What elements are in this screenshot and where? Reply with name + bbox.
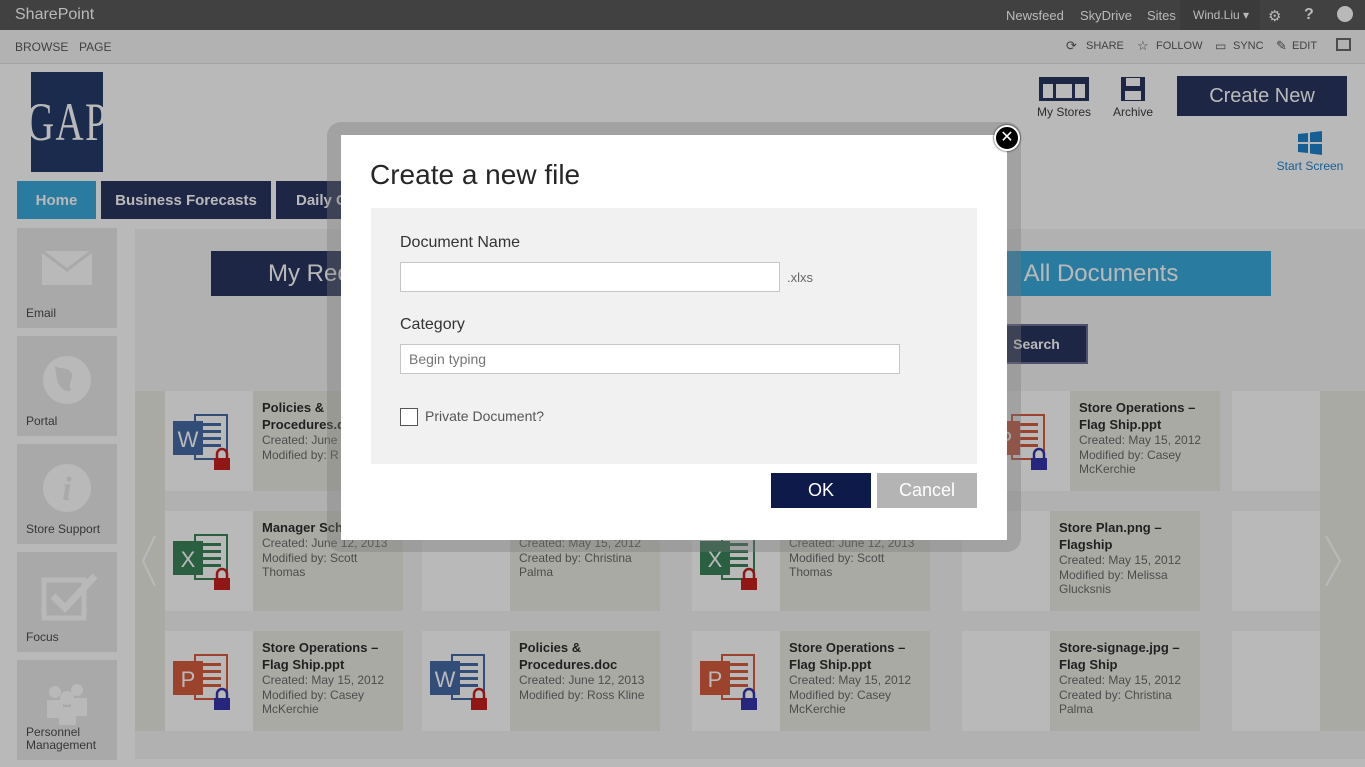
- sites-link[interactable]: Sites: [1147, 8, 1176, 23]
- private-document-label: Private Document?: [425, 408, 545, 424]
- pencil-icon: ✎: [1276, 38, 1287, 53]
- cancel-button[interactable]: Cancel: [877, 473, 977, 508]
- skydrive-link[interactable]: SkyDrive: [1080, 8, 1132, 23]
- browse-tab[interactable]: BROWSE: [15, 40, 68, 54]
- extension-label: .xlxs: [787, 270, 813, 285]
- edit-button[interactable]: EDIT: [1292, 40, 1317, 52]
- star-icon: ☆: [1137, 38, 1149, 53]
- avatar[interactable]: [1337, 6, 1353, 22]
- sync-icon: ⟳: [1066, 38, 1077, 53]
- focus-content-icon[interactable]: [1336, 38, 1351, 51]
- follow-button[interactable]: FOLLOW: [1156, 40, 1202, 52]
- gear-icon[interactable]: ⚙: [1268, 7, 1281, 25]
- sync-button[interactable]: SYNC: [1233, 40, 1264, 52]
- page-tab[interactable]: PAGE: [79, 40, 111, 54]
- help-icon[interactable]: ?: [1304, 6, 1314, 24]
- private-document-checkbox[interactable]: [400, 408, 418, 426]
- ribbon: BROWSE PAGE ⟳ SHARE ☆ FOLLOW ▭ SYNC ✎ ED…: [0, 30, 1365, 64]
- document-name-input[interactable]: [400, 262, 780, 292]
- brand-title[interactable]: SharePoint: [15, 6, 94, 24]
- user-name: Wind.Liu ▾: [1193, 8, 1250, 22]
- newsfeed-link[interactable]: Newsfeed: [1006, 8, 1064, 23]
- sync-screen-icon: ▭: [1215, 39, 1227, 53]
- ok-button[interactable]: OK: [771, 473, 871, 508]
- document-name-label: Document Name: [400, 234, 521, 251]
- create-file-dialog: Create a new file Document Name .xlxs Ca…: [341, 135, 1007, 540]
- suite-bar: SharePoint Newsfeed SkyDrive Sites Wind.…: [0, 0, 1365, 30]
- category-input[interactable]: [400, 344, 900, 374]
- category-label: Category: [400, 316, 465, 333]
- close-icon[interactable]: ✕: [994, 125, 1020, 151]
- share-button[interactable]: SHARE: [1086, 40, 1124, 52]
- user-menu[interactable]: Wind.Liu ▾: [1180, 0, 1260, 30]
- dialog-title: Create a new file: [370, 159, 581, 190]
- dialog-form: Document Name .xlxs Category Private Doc…: [371, 208, 977, 464]
